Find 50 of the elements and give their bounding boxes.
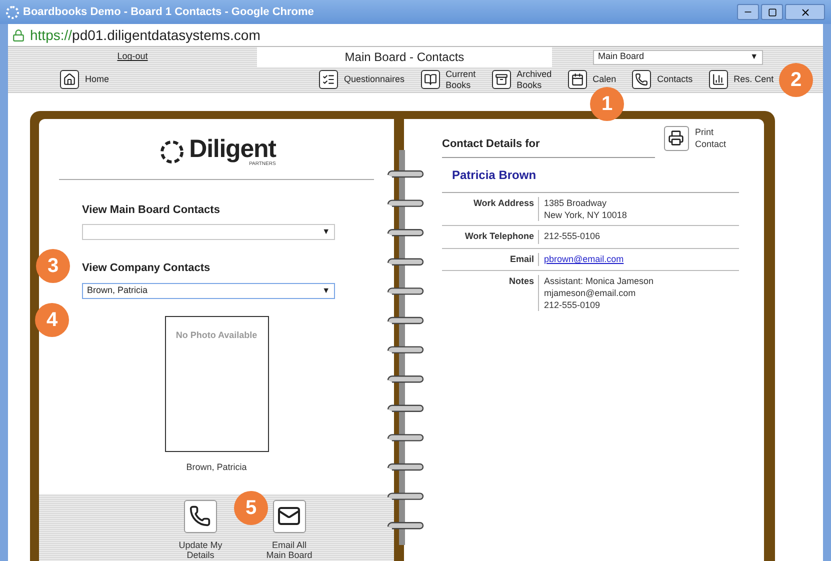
nav-item[interactable]: Archived Books — [492, 68, 552, 91]
window-title: Boardbooks Demo - Board 1 Contacts - Google Chrome — [23, 4, 314, 20]
nav-item[interactable]: Current Books — [420, 68, 476, 91]
maximize-button[interactable] — [761, 4, 783, 20]
no-photo-text: No Photo Available — [176, 328, 258, 342]
archive-icon — [492, 70, 511, 90]
close-icon — [800, 6, 810, 18]
maximize-icon — [768, 8, 776, 16]
contact-name: Patricia Brown — [452, 167, 538, 184]
nav-item[interactable]: Res. Cent — [708, 70, 774, 90]
chart-icon — [708, 70, 728, 90]
app-icon — [6, 6, 19, 18]
questionnaire-icon — [319, 70, 338, 90]
close-button[interactable] — [785, 4, 825, 20]
print-button[interactable]: Print Contact — [664, 126, 726, 151]
field-label: Work Address — [472, 197, 535, 210]
field-value: Assistant: Monica Jameson — [544, 275, 654, 288]
photo-caption: Brown, Patricia — [186, 460, 247, 474]
field-label: Notes — [508, 275, 535, 288]
field-value: New York, NY 10018 — [544, 209, 627, 222]
contacts-select[interactable]: Brown, Patricia ▼ — [82, 282, 335, 299]
field-value: 1385 Broadway — [544, 197, 608, 210]
page-title: Main Board - Contacts — [257, 47, 552, 68]
email-link[interactable]: pbrown@email.com — [544, 252, 624, 265]
field-value: mjameson@email.com — [544, 287, 637, 300]
contacts-select[interactable]: ▼ — [82, 224, 335, 240]
field-label: Email — [508, 252, 535, 266]
printer-icon — [664, 126, 689, 151]
field-label: Work Telephone — [464, 230, 535, 244]
section-label: View Company Contacts — [82, 261, 212, 276]
envelope-icon — [272, 500, 306, 533]
field-value: 212-555-0106 — [544, 230, 600, 242]
url-text: https://pd01.diligentdatasystems.com — [30, 26, 260, 45]
home-icon — [60, 70, 79, 90]
phone-icon — [632, 70, 652, 90]
logout-link[interactable]: Log-out — [117, 50, 148, 64]
nav-item[interactable]: Calen — [568, 70, 616, 90]
phone-icon — [184, 500, 217, 533]
action-button[interactable]: Update My Details — [178, 500, 222, 561]
nav-item[interactable]: Contacts — [632, 70, 693, 90]
calendar-icon — [568, 70, 587, 90]
lock-icon — [12, 28, 25, 42]
field-value: 212-555-0109 — [544, 299, 602, 312]
board-select[interactable]: Main Board ▼ — [593, 50, 763, 65]
details-heading: Contact Details for — [442, 136, 655, 158]
action-button[interactable]: Email All Main Board — [266, 500, 312, 561]
nav-item[interactable]: Questionnaires — [319, 70, 405, 90]
nav-item[interactable]: Home — [60, 70, 110, 90]
book-icon — [420, 70, 440, 90]
section-label: View Main Board Contacts — [82, 202, 221, 218]
